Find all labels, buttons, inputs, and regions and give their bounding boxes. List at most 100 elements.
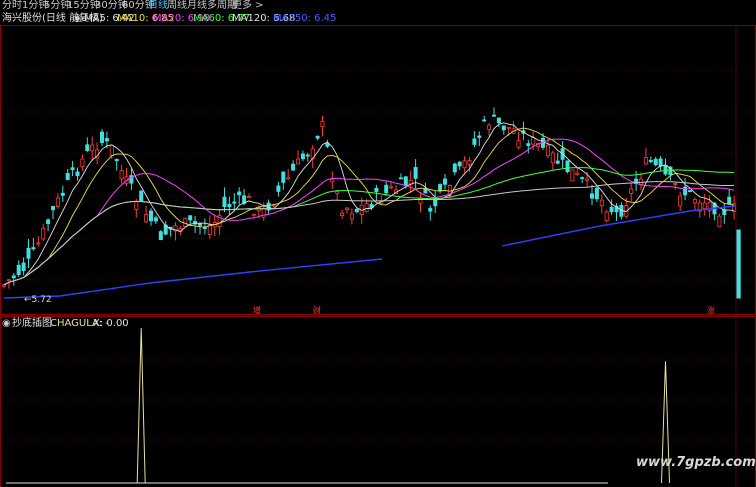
candle-body — [526, 143, 531, 146]
watermark: www.7gpzb.com — [636, 455, 756, 470]
candle-body — [134, 200, 139, 210]
candle-body — [65, 173, 70, 180]
candle-body — [575, 172, 580, 175]
candle-body — [629, 188, 634, 194]
ma60-line — [3, 167, 735, 286]
candle-body — [403, 176, 408, 187]
candle-body — [487, 124, 492, 130]
candle-body — [300, 153, 305, 160]
candle-body — [389, 186, 394, 189]
indicator-spike-0 — [136, 327, 146, 484]
candle-body — [398, 177, 403, 180]
candle-body — [11, 275, 16, 279]
candle-body — [594, 187, 599, 200]
candle-body — [688, 190, 693, 192]
candle-body — [590, 193, 595, 199]
candle-body — [692, 199, 697, 204]
indicator-settings-icon[interactable]: ◉ — [2, 318, 11, 330]
candle-body — [188, 215, 193, 221]
candle-body — [457, 161, 462, 167]
candle-body — [6, 279, 11, 282]
candle-body — [580, 177, 585, 179]
candle-body — [153, 217, 158, 222]
candle-body — [85, 144, 90, 151]
marker-zhang[interactable]: 涨 — [706, 306, 716, 316]
candle-body — [55, 197, 60, 207]
candle-body — [477, 135, 482, 138]
candle-body — [702, 202, 707, 209]
candle-body — [428, 207, 433, 212]
candle-body — [148, 210, 153, 222]
candle-body — [36, 242, 41, 245]
candle-body — [717, 215, 722, 228]
candle-body — [472, 138, 477, 145]
candle-body — [104, 138, 109, 142]
candle-body — [46, 219, 51, 224]
candle-body — [599, 199, 604, 207]
candle-body — [183, 217, 188, 228]
candle-body — [276, 185, 281, 192]
candle-body — [60, 192, 65, 196]
candle-body — [320, 121, 325, 127]
candle-body — [227, 203, 232, 208]
candle-body — [354, 208, 359, 213]
candle-body — [291, 163, 296, 171]
candle-body — [570, 169, 575, 182]
candle-body — [604, 211, 609, 222]
candle-body — [585, 178, 590, 181]
candle-body — [31, 247, 36, 250]
candle-body — [643, 157, 648, 165]
candle-body — [281, 171, 286, 183]
candle-body — [100, 131, 105, 143]
candle-body — [144, 214, 149, 223]
candle-body-last — [736, 229, 741, 299]
candle-body — [202, 227, 207, 229]
candle-body — [462, 160, 467, 169]
candle-body — [545, 144, 550, 157]
candle-body — [550, 152, 555, 164]
candle-body — [315, 135, 320, 139]
candle-body — [413, 167, 418, 179]
candle-body — [516, 140, 521, 148]
candle-body — [305, 154, 310, 157]
candle-body — [197, 223, 202, 226]
marker-cai[interactable]: 财 — [312, 306, 322, 316]
candle-body — [663, 164, 668, 175]
candle-body — [384, 184, 389, 194]
candle-body — [21, 262, 26, 271]
candle-body — [330, 178, 335, 183]
candle-body — [374, 187, 379, 192]
candle-body — [438, 184, 443, 191]
kline-chart[interactable] — [0, 0, 756, 487]
candle-body — [423, 188, 428, 194]
candle-body — [26, 247, 31, 259]
candle-body — [678, 195, 683, 207]
candle-body — [501, 125, 506, 131]
candle-body — [565, 160, 570, 173]
main-panel-frame — [0, 25, 756, 315]
candle-body — [70, 167, 75, 171]
candle-body — [673, 183, 678, 185]
candle-body — [90, 144, 95, 152]
candle-body — [467, 160, 472, 165]
candle-body — [364, 203, 369, 212]
candle-body — [335, 191, 340, 194]
indicator-title[interactable]: 抄底插图 — [12, 318, 52, 330]
candle-body — [75, 171, 80, 177]
candle-body — [16, 264, 21, 275]
candle-body — [251, 213, 256, 216]
candle-body — [246, 196, 251, 198]
candle-body — [452, 163, 457, 173]
candle-body — [506, 126, 511, 129]
candle-body — [349, 213, 354, 220]
candle-body — [491, 114, 496, 117]
candle-body — [109, 145, 114, 156]
low-price-label: ←5.72 — [24, 295, 52, 305]
candle-body — [496, 117, 501, 124]
marker-zeng[interactable]: 增 — [252, 306, 262, 316]
candle-body — [344, 207, 349, 210]
candle-body — [114, 159, 119, 162]
candle-body — [119, 170, 124, 180]
candle-body — [340, 212, 345, 216]
candle-body — [41, 227, 46, 240]
